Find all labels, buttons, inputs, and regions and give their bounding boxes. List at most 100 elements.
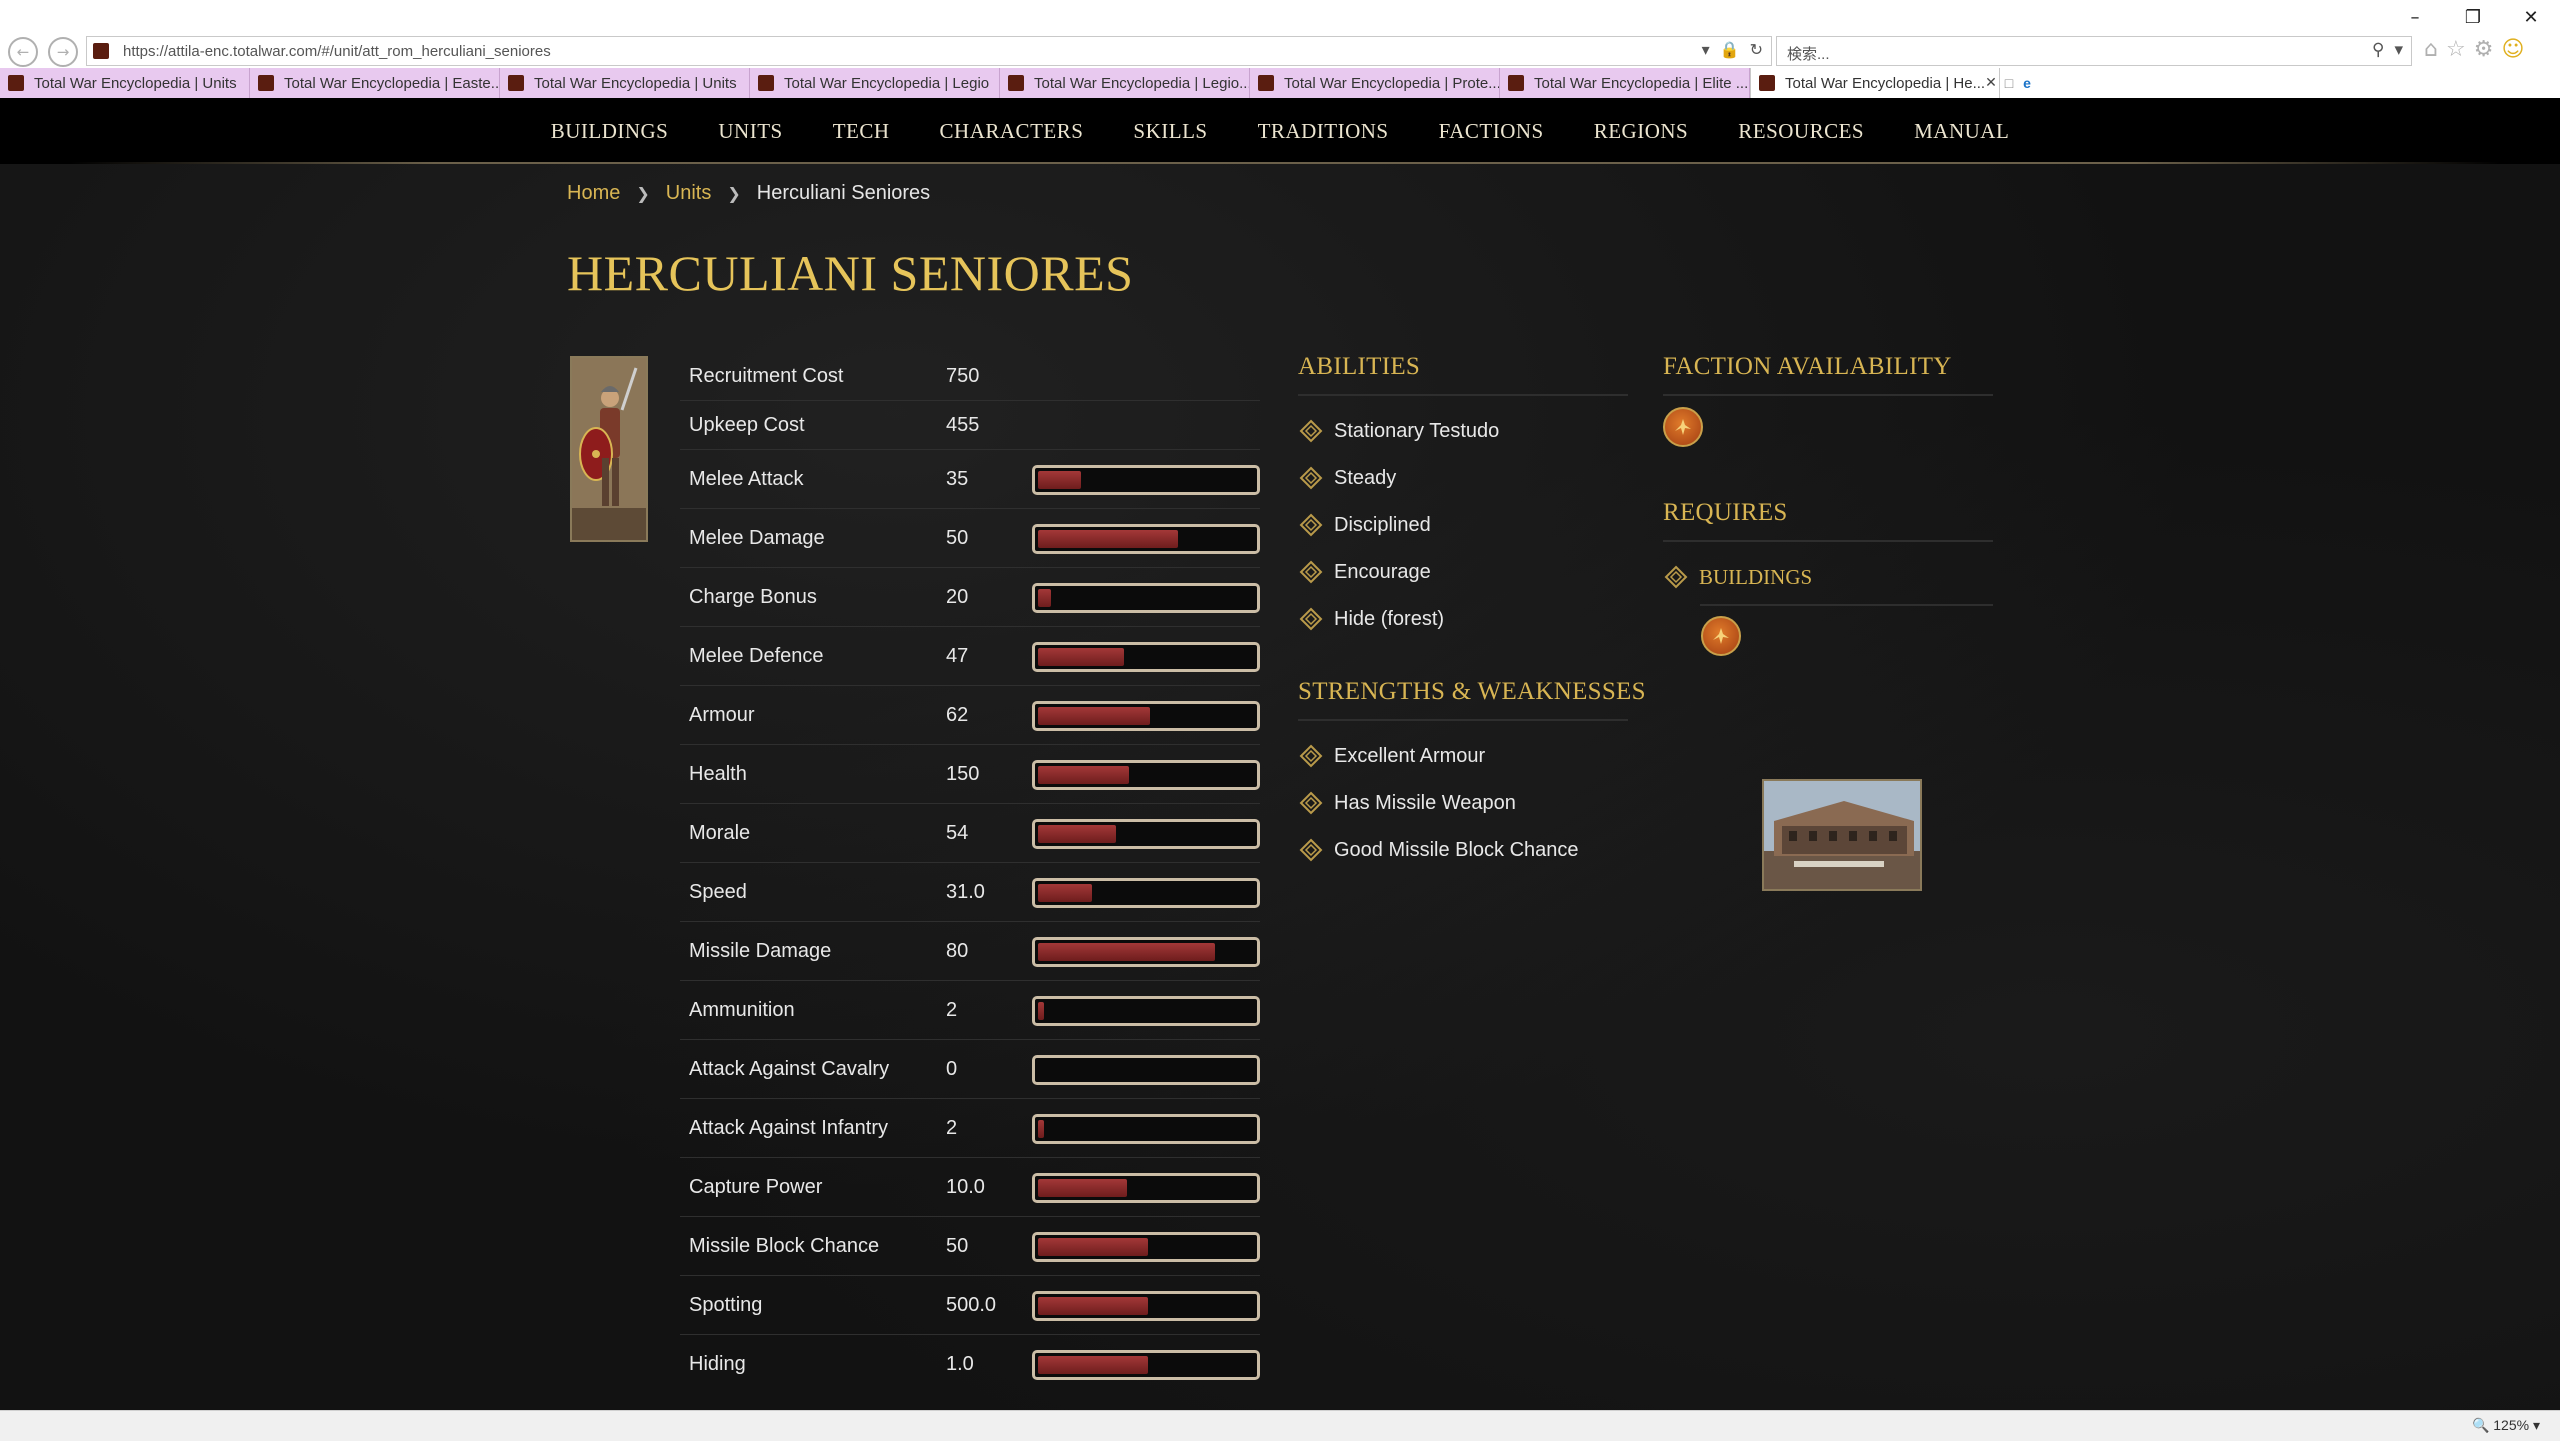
nav-regions[interactable]: REGIONS [1569, 119, 1714, 144]
eagle-icon [1713, 628, 1729, 644]
browser-tab[interactable]: Total War Encyclopedia | Prote... [1250, 68, 1500, 98]
stat-value: 150 [946, 762, 980, 785]
nav-factions[interactable]: FACTIONS [1414, 119, 1569, 144]
refresh-icon[interactable]: ↻ [1750, 40, 1763, 59]
stat-row-hiding: Hiding 1.0 [680, 1335, 1260, 1393]
breadcrumb-current: Herculiani Seniores [756, 182, 931, 204]
stat-value: 31.0 [946, 880, 985, 903]
tab-close-icon[interactable]: ✕ [1985, 75, 1997, 91]
stat-label: Upkeep Cost [689, 413, 805, 436]
dropdown-icon[interactable]: ▾ [1702, 40, 1710, 59]
nav-manual[interactable]: MANUAL [1889, 119, 2034, 144]
zoom-dropdown-icon: ▾ [2532, 1417, 2540, 1433]
browser-tab[interactable]: Total War Encyclopedia | Easte... [250, 68, 500, 98]
ability-item[interactable]: Stationary Testudo [1298, 418, 1499, 444]
breadcrumb-units-link[interactable]: Units [666, 182, 712, 205]
nav-resources[interactable]: RESOURCES [1713, 119, 1889, 144]
nav-characters[interactable]: CHARACTERS [915, 119, 1109, 144]
search-input[interactable]: 検索... [1787, 43, 1830, 64]
stat-label: Attack Against Cavalry [689, 1057, 890, 1080]
stat-value: 80 [946, 939, 969, 962]
search-icon[interactable]: ⚲ [2372, 40, 2384, 60]
strength-item[interactable]: Good Missile Block Chance [1298, 837, 1579, 863]
ability-item[interactable]: Steady [1298, 465, 1396, 491]
browser-tab[interactable]: Total War Encyclopedia | Units [500, 68, 750, 98]
browser-tab[interactable]: Total War Encyclopedia | Elite ... [1500, 68, 1750, 98]
tab-title: Total War Encyclopedia | He... [1785, 74, 1986, 92]
window-controls: – ❐ ✕ [2386, 0, 2560, 34]
stat-value: 10.0 [946, 1175, 985, 1198]
strength-item[interactable]: Excellent Armour [1298, 743, 1485, 769]
lock-icon[interactable]: 🔒 [1720, 40, 1740, 59]
tab-title: Total War Encyclopedia | Units [534, 74, 737, 92]
stat-row-health: Health 150 [680, 745, 1260, 804]
zoom-level[interactable]: 🔍 125% ▾ [2472, 1417, 2540, 1434]
smiley-feedback-icon[interactable]: ☺ [2501, 37, 2524, 62]
zoom-value: 125% [2493, 1417, 2530, 1433]
stat-row-ammunition: Ammunition 2 [680, 981, 1260, 1040]
diamond-bullet-icon [1298, 743, 1324, 769]
forward-button[interactable]: → [48, 37, 78, 67]
home-icon[interactable]: ⌂ [2424, 37, 2438, 62]
restore-button[interactable]: ❐ [2444, 0, 2502, 34]
tab-favicon-icon [1508, 75, 1524, 91]
address-bar[interactable]: https://attila-enc.totalwar.com/#/unit/a… [86, 36, 1772, 66]
nav-buildings[interactable]: BUILDINGS [526, 119, 694, 144]
tab-title: Total War Encyclopedia | Easte... [284, 74, 500, 92]
stat-value: 1.0 [946, 1352, 974, 1375]
strength-item[interactable]: Has Missile Weapon [1298, 790, 1516, 816]
browser-tab-active[interactable]: Total War Encyclopedia | He... ✕ [1750, 68, 2000, 98]
ability-item[interactable]: Disciplined [1298, 512, 1431, 538]
stat-row-melee-defence: Melee Defence 47 [680, 627, 1260, 686]
stat-bar-fill [1038, 1238, 1149, 1256]
settings-gear-icon[interactable]: ⚙ [2474, 37, 2494, 62]
stat-label: Missile Damage [689, 939, 832, 962]
stat-label: Spotting [689, 1293, 763, 1316]
back-button[interactable]: ← [8, 37, 38, 67]
chevron-right-icon: ❯ [727, 184, 741, 203]
section-divider [1700, 604, 1993, 606]
building-thumbnail[interactable] [1762, 779, 1922, 891]
forward-arrow-icon: → [56, 43, 70, 61]
stat-bar [1032, 701, 1260, 731]
search-box[interactable]: 検索... ⚲ ▾ [1776, 36, 2412, 66]
stat-value: 54 [946, 821, 969, 844]
search-dropdown-icon[interactable]: ▾ [2394, 40, 2403, 60]
browser-tab[interactable]: Total War Encyclopedia | Units [0, 68, 250, 98]
faction-emblem-icon[interactable] [1701, 616, 1741, 656]
stat-bar-fill [1038, 1297, 1149, 1315]
favorites-star-icon[interactable]: ☆ [2446, 37, 2466, 62]
nav-units[interactable]: UNITS [693, 119, 807, 144]
browser-tab[interactable]: Total War Encyclopedia | Legio [750, 68, 1000, 98]
faction-emblem-icon[interactable] [1663, 407, 1703, 447]
diamond-bullet-icon [1298, 465, 1324, 491]
ability-item[interactable]: Encourage [1298, 559, 1431, 585]
ability-label: Disciplined [1334, 513, 1431, 536]
stat-bar-fill [1038, 589, 1051, 607]
ability-item[interactable]: Hide (forest) [1298, 606, 1444, 632]
stat-value: 47 [946, 644, 969, 667]
minimize-button[interactable]: – [2386, 0, 2444, 34]
unit-card-image [570, 356, 648, 542]
stat-bar [1032, 1350, 1260, 1380]
stat-bar [1032, 583, 1260, 613]
site-favicon-icon [93, 43, 109, 59]
stat-bar-fill [1038, 1120, 1045, 1138]
stat-label: Missile Block Chance [689, 1234, 880, 1257]
nav-tech[interactable]: TECH [808, 119, 915, 144]
page-title: HERCULIANI SENIORES [567, 245, 1134, 301]
stat-bar-fill [1038, 943, 1216, 961]
nav-skills[interactable]: SKILLS [1108, 119, 1232, 144]
nav-traditions[interactable]: TRADITIONS [1233, 119, 1414, 144]
browser-tab[interactable]: Total War Encyclopedia | Legio... [1000, 68, 1250, 98]
new-tab-button[interactable]: □ [2000, 68, 2018, 98]
ability-label: Encourage [1334, 560, 1431, 583]
stat-label: Attack Against Infantry [689, 1116, 888, 1139]
stat-label: Speed [689, 880, 747, 903]
ie-logo-icon[interactable]: e [2018, 68, 2036, 98]
diamond-bullet-icon [1663, 564, 1689, 590]
close-window-button[interactable]: ✕ [2502, 0, 2560, 34]
unit-stats-table: Recruitment Cost 750 Upkeep Cost 455 Mel… [680, 352, 1260, 1393]
url-text[interactable]: https://attila-enc.totalwar.com/#/unit/a… [123, 43, 551, 60]
breadcrumb-home-link[interactable]: Home [567, 182, 620, 205]
